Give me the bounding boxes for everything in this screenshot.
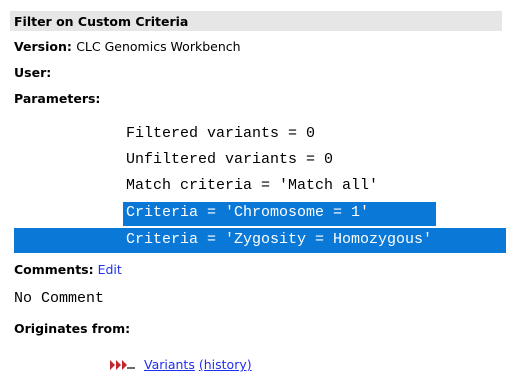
parameter-line: Filtered variants = 0 (126, 125, 316, 142)
parameter-line: Match criteria = 'Match all' (126, 177, 379, 194)
history-link[interactable]: (history) (199, 357, 252, 372)
history-panel: Filter on Custom Criteria Version: CLC G… (0, 0, 506, 376)
user-label: User: (14, 65, 52, 80)
originates-item: Variants (history) (110, 357, 252, 372)
section-title: Filter on Custom Criteria (14, 14, 189, 29)
parameter-line-selected[interactable]: Criteria = 'Zygosity = Homozygous' (126, 231, 432, 248)
comments-label: Comments: (14, 262, 94, 277)
version-value: CLC Genomics Workbench (76, 39, 241, 54)
edit-comment-link[interactable]: Edit (98, 262, 122, 277)
variant-track-icon (110, 358, 138, 372)
variants-link[interactable]: Variants (144, 357, 195, 372)
parameters-label: Parameters: (14, 91, 101, 106)
version-label: Version: (14, 39, 72, 54)
parameter-line-selected[interactable]: Criteria = 'Chromosome = 1' (126, 204, 369, 221)
comment-text: No Comment (14, 290, 105, 307)
version-row: Version: CLC Genomics Workbench (14, 39, 241, 54)
originates-label: Originates from: (14, 321, 131, 336)
comments-row: Comments: Edit (14, 262, 122, 277)
parameter-line: Unfiltered variants = 0 (126, 151, 334, 168)
